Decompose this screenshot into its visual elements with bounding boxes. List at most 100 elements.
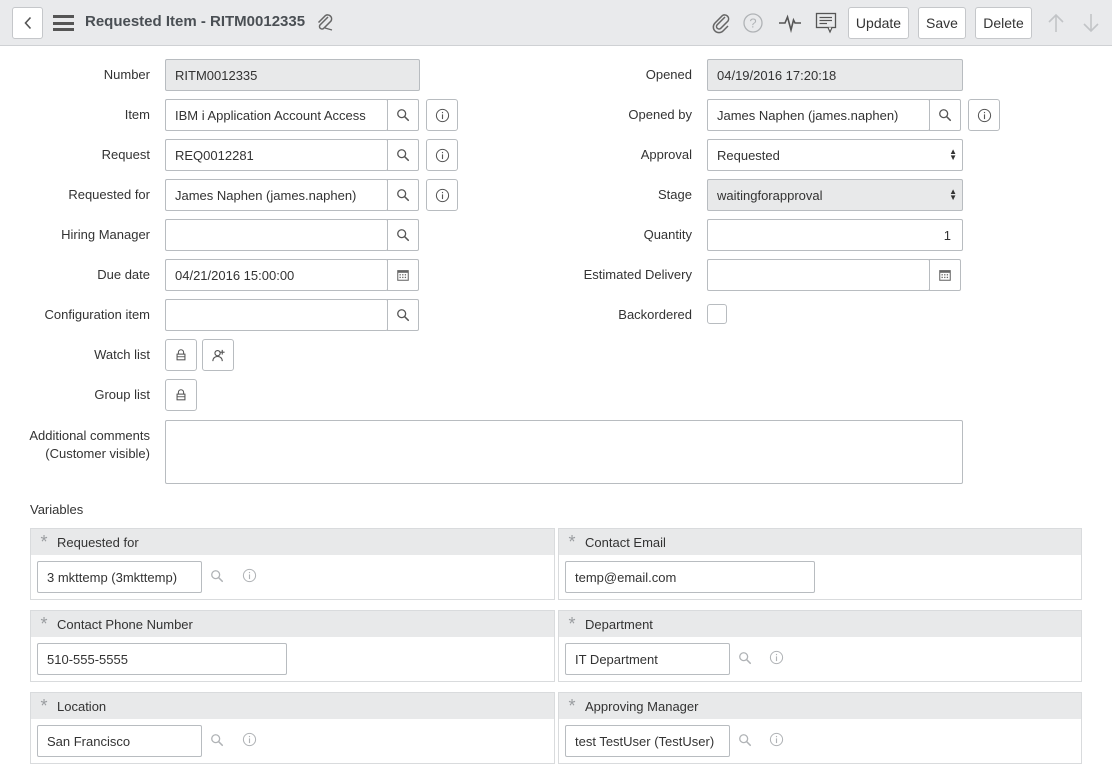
requested-for-field[interactable]: James Naphen (james.naphen) xyxy=(165,179,388,211)
item-field[interactable]: IBM i Application Account Access xyxy=(165,99,388,131)
approval-label: Approval xyxy=(640,147,692,162)
request-field[interactable]: REQ0012281 xyxy=(165,139,388,171)
opened-by-field[interactable]: James Naphen (james.naphen) xyxy=(707,99,930,131)
request-lookup-button[interactable] xyxy=(387,139,419,171)
opened-by-lookup-button[interactable] xyxy=(929,99,961,131)
backordered-label: Backordered xyxy=(618,307,692,322)
info-icon xyxy=(977,108,992,123)
variable-label: Contact Phone Number xyxy=(57,616,193,632)
opened-by-info-button[interactable] xyxy=(968,99,1000,131)
activity-pulse-icon[interactable] xyxy=(778,12,802,34)
due-date-field[interactable]: 04/21/2016 15:00:00 xyxy=(165,259,388,291)
requested-for-lookup-button[interactable] xyxy=(387,179,419,211)
backordered-checkbox[interactable] xyxy=(707,304,727,324)
variable-requested-for: * Requested for 3 mkttemp (3mkttemp) xyxy=(30,528,555,600)
variable-label: Contact Email xyxy=(585,534,666,550)
variable-requested-for-field[interactable]: 3 mkttemp (3mkttemp) xyxy=(37,561,202,593)
mandatory-icon: * xyxy=(568,614,576,634)
estimated-delivery-calendar-button[interactable] xyxy=(929,259,961,291)
lock-icon xyxy=(174,388,188,402)
delete-button[interactable]: Delete xyxy=(975,7,1032,39)
update-button[interactable]: Update xyxy=(848,7,909,39)
search-icon[interactable] xyxy=(210,569,224,583)
item-info-button[interactable] xyxy=(426,99,458,131)
lock-icon xyxy=(174,348,188,362)
paperclip-icon[interactable] xyxy=(314,12,336,34)
due-date-calendar-button[interactable] xyxy=(387,259,419,291)
configuration-item-label: Configuration item xyxy=(44,307,151,322)
variable-approving-manager-field[interactable]: test TestUser (TestUser) xyxy=(565,725,730,757)
requested-for-label: Requested for xyxy=(68,187,150,202)
item-label: Item xyxy=(124,107,150,122)
quantity-field[interactable]: 1 xyxy=(707,219,963,251)
watch-list-label: Watch list xyxy=(94,347,150,362)
svg-text:?: ? xyxy=(749,16,756,31)
variable-contact-email: * Contact Email temp@email.com xyxy=(558,528,1082,600)
info-icon xyxy=(435,148,450,163)
stage-select-value: waitingforapproval xyxy=(717,187,823,203)
configuration-item-field[interactable] xyxy=(165,299,388,331)
calendar-icon xyxy=(938,268,952,282)
back-button[interactable] xyxy=(12,7,43,39)
configuration-item-lookup-button[interactable] xyxy=(387,299,419,331)
due-date-label: Due date xyxy=(97,267,150,282)
arrow-down-icon[interactable] xyxy=(1081,12,1101,34)
variables-heading: Variables xyxy=(30,502,84,517)
form-header: Requested Item - RITM0012335 ? Update Sa… xyxy=(0,0,1112,46)
variable-label: Department xyxy=(585,616,653,632)
mandatory-icon: * xyxy=(568,532,576,552)
variable-department: * Department IT Department xyxy=(558,610,1082,682)
number-field[interactable]: RITM0012335 xyxy=(165,59,420,91)
estimated-delivery-field[interactable] xyxy=(707,259,930,291)
approval-select[interactable]: Requested ▲ ▼ xyxy=(707,139,963,171)
variable-department-field[interactable]: IT Department xyxy=(565,643,730,675)
attachment-icon[interactable] xyxy=(710,12,732,34)
chevron-left-icon xyxy=(23,16,31,30)
variable-approving-manager: * Approving Manager test TestUser (TestUs… xyxy=(558,692,1082,764)
watch-list-unlock-button[interactable] xyxy=(165,339,197,371)
variable-contact-phone-field[interactable]: 510-555-5555 xyxy=(37,643,287,675)
opened-label: Opened xyxy=(645,67,692,82)
add-me-icon xyxy=(211,348,226,363)
variable-contact-email-field[interactable]: temp@email.com xyxy=(565,561,815,593)
request-info-button[interactable] xyxy=(426,139,458,171)
search-icon[interactable] xyxy=(738,651,752,665)
number-label: Number xyxy=(103,67,150,82)
hamburger-icon[interactable] xyxy=(53,15,74,31)
variable-label: Requested for xyxy=(57,534,139,550)
variable-location-field[interactable]: San Francisco xyxy=(37,725,202,757)
estimated-delivery-label: Estimated Delivery xyxy=(583,267,692,282)
info-icon[interactable] xyxy=(242,568,257,583)
hiring-manager-label: Hiring Manager xyxy=(61,227,150,242)
search-icon xyxy=(396,108,410,122)
mandatory-icon: * xyxy=(40,696,48,716)
help-icon[interactable]: ? xyxy=(742,12,764,34)
info-icon[interactable] xyxy=(242,732,257,747)
item-lookup-button[interactable] xyxy=(387,99,419,131)
info-icon[interactable] xyxy=(769,732,784,747)
stage-label: Stage xyxy=(658,187,692,202)
info-icon xyxy=(435,188,450,203)
stage-select[interactable]: waitingforapproval ▲ ▼ xyxy=(707,179,963,211)
opened-field[interactable]: 04/19/2016 17:20:18 xyxy=(707,59,963,91)
approval-select-value: Requested xyxy=(717,147,780,163)
additional-comments-textarea[interactable] xyxy=(165,420,963,484)
info-icon[interactable] xyxy=(769,650,784,665)
mandatory-icon: * xyxy=(40,614,48,634)
page-title: Requested Item - RITM0012335 xyxy=(85,13,306,30)
group-list-unlock-button[interactable] xyxy=(165,379,197,411)
variable-contact-phone: * Contact Phone Number 510-555-5555 xyxy=(30,610,555,682)
requested-for-info-button[interactable] xyxy=(426,179,458,211)
hiring-manager-lookup-button[interactable] xyxy=(387,219,419,251)
variable-label: Approving Manager xyxy=(585,698,699,714)
group-list-label: Group list xyxy=(94,387,150,402)
search-icon[interactable] xyxy=(210,733,224,747)
hiring-manager-field[interactable] xyxy=(165,219,388,251)
save-button[interactable]: Save xyxy=(918,7,966,39)
info-icon xyxy=(435,108,450,123)
arrow-up-icon[interactable] xyxy=(1046,12,1066,34)
search-icon[interactable] xyxy=(738,733,752,747)
context-menu-icon[interactable] xyxy=(815,11,839,35)
watch-list-add-me-button[interactable] xyxy=(202,339,234,371)
mandatory-icon: * xyxy=(568,696,576,716)
